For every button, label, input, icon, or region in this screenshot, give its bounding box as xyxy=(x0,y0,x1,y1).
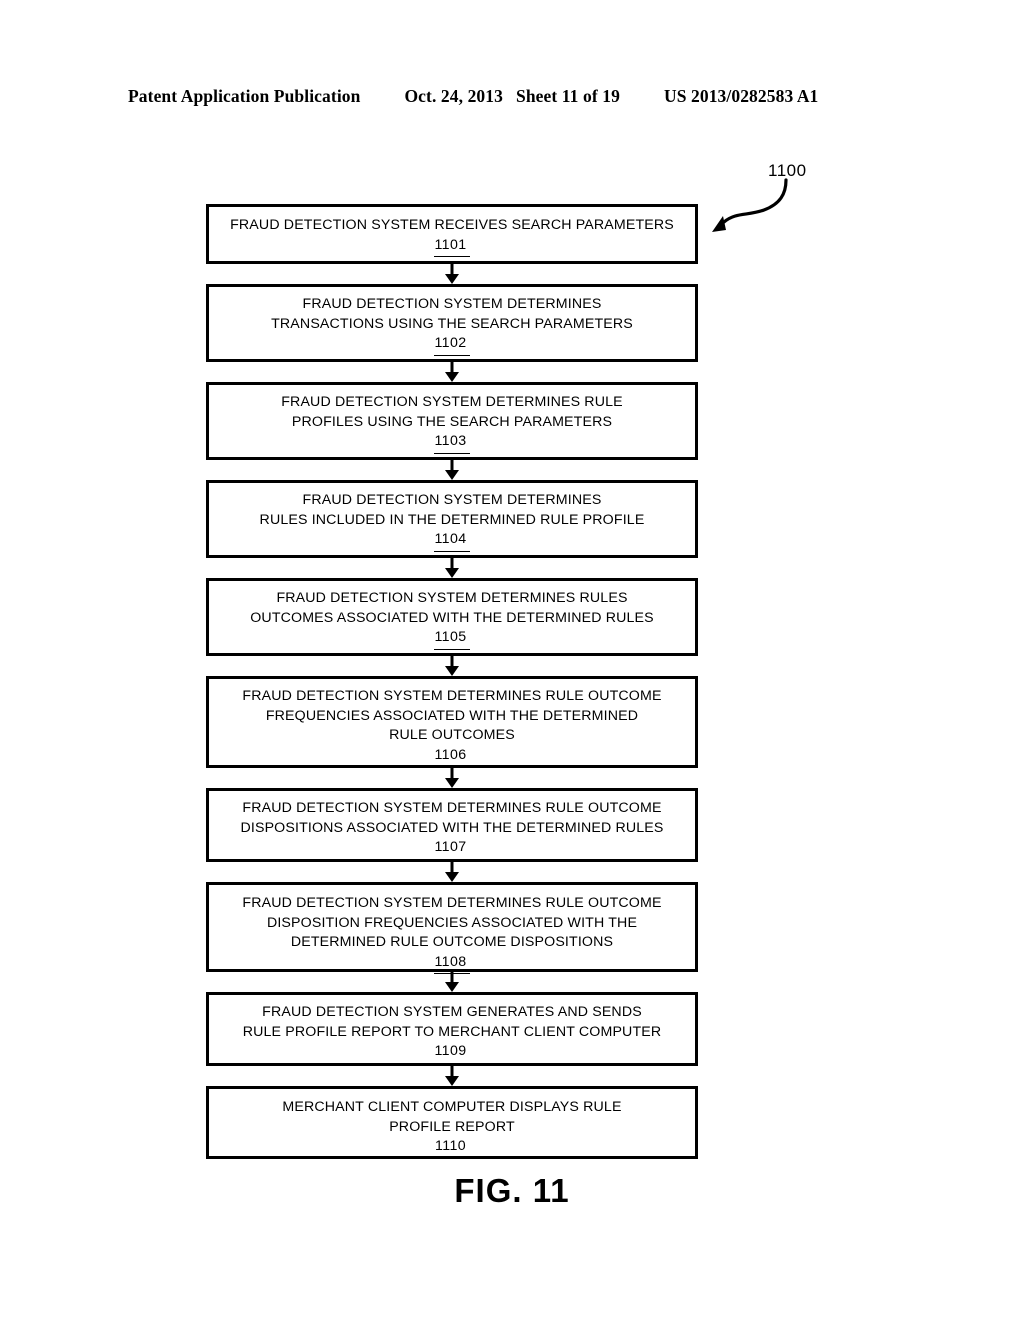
step-reference-number: 1106 xyxy=(434,746,470,768)
flow-connector-arrow-icon xyxy=(445,460,459,480)
step-text-line: DISPOSITION FREQUENCIES ASSOCIATED WITH … xyxy=(266,914,638,931)
flowchart-step-1101: FRAUD DETECTION SYSTEM RECEIVES SEARCH P… xyxy=(206,204,698,264)
flowchart-step-1104: FRAUD DETECTION SYSTEM DETERMINES RULES … xyxy=(206,480,698,558)
flow-connector-arrow-icon xyxy=(445,1066,459,1086)
header-publication-label: Patent Application Publication xyxy=(128,86,361,106)
flowchart-step-1108: FRAUD DETECTION SYSTEM DETERMINES RULE O… xyxy=(206,882,698,975)
patent-figure-page: Patent Application Publication Oct. 24, … xyxy=(0,0,1024,1320)
flowchart-step-1105: FRAUD DETECTION SYSTEM DETERMINES RULES … xyxy=(206,578,698,656)
flow-connector-arrow-icon xyxy=(445,264,459,284)
step-ref-wrap: 1103 xyxy=(219,432,685,454)
step-text-line: FRAUD DETECTION SYSTEM DETERMINES RULE O… xyxy=(242,688,662,704)
step-text-line: FRAUD DETECTION SYSTEM DETERMINES xyxy=(302,492,602,508)
flow-connector-arrow-icon xyxy=(445,862,459,882)
step-ref-wrap: 1109 xyxy=(219,1042,685,1064)
flowchart-step-1110: MERCHANT CLIENT COMPUTER DISPLAYS RULE P… xyxy=(206,1086,698,1159)
page-header: Patent Application Publication Oct. 24, … xyxy=(128,86,896,110)
step-ref-wrap: 1101 xyxy=(219,236,685,258)
step-ref-wrap: 1105 xyxy=(219,628,685,650)
step-text-line: FRAUD DETECTION SYSTEM GENERATES AND SEN… xyxy=(262,1004,642,1020)
step-text-line: RULE PROFILE REPORT TO MERCHANT CLIENT C… xyxy=(242,1023,662,1040)
step-ref-wrap: 1110 xyxy=(219,1137,685,1159)
step-text-line: FRAUD DETECTION SYSTEM DETERMINES RULE O… xyxy=(242,895,662,911)
figure-caption: FIG. 11 xyxy=(454,1172,570,1209)
step-reference-number: 1105 xyxy=(434,628,470,650)
step-text-line: RULE OUTCOMES xyxy=(389,727,515,744)
step-text-line: FRAUD DETECTION SYSTEM RECEIVES SEARCH P… xyxy=(230,217,674,233)
flow-connector-arrow-icon xyxy=(445,558,459,578)
step-reference-number: 1110 xyxy=(434,1137,470,1159)
flow-connector-arrow-icon xyxy=(445,656,459,676)
step-text-line: FRAUD DETECTION SYSTEM DETERMINES RULE O… xyxy=(242,800,662,816)
diagram-reference-arrow-icon xyxy=(712,178,788,232)
flowchart-step-1107: FRAUD DETECTION SYSTEM DETERMINES RULE O… xyxy=(206,788,698,862)
flowchart-step-1102: FRAUD DETECTION SYSTEM DETERMINES TRANSA… xyxy=(206,284,698,362)
flowchart-step-1106: FRAUD DETECTION SYSTEM DETERMINES RULE O… xyxy=(206,676,698,768)
step-text-line: FRAUD DETECTION SYSTEM DETERMINES xyxy=(302,296,602,312)
step-reference-number: 1104 xyxy=(434,530,470,552)
step-ref-wrap: 1102 xyxy=(219,334,685,356)
flowchart-step-1109: FRAUD DETECTION SYSTEM GENERATES AND SEN… xyxy=(206,992,698,1066)
step-text-line: PROFILES USING THE SEARCH PARAMETERS xyxy=(291,413,613,430)
step-text-line: FRAUD DETECTION SYSTEM DETERMINES RULE xyxy=(281,394,623,410)
step-text-line: MERCHANT CLIENT COMPUTER DISPLAYS RULE xyxy=(282,1099,622,1115)
header-date-label: Oct. 24, 2013 xyxy=(404,86,503,106)
header-patent-number: US 2013/0282583 A1 xyxy=(663,86,819,106)
step-text-line: FRAUD DETECTION SYSTEM DETERMINES RULES xyxy=(276,590,628,606)
step-reference-number: 1102 xyxy=(434,334,470,356)
flowchart: FRAUD DETECTION SYSTEM RECEIVES SEARCH P… xyxy=(206,204,698,1159)
step-text-line: DISPOSITIONS ASSOCIATED WITH THE DETERMI… xyxy=(240,819,664,836)
step-reference-number: 1107 xyxy=(434,838,470,860)
header-sheet-label: Sheet 11 of 19 xyxy=(515,86,620,106)
step-text-line: DETERMINED RULE OUTCOME DISPOSITIONS xyxy=(290,934,614,951)
step-text-line: OUTCOMES ASSOCIATED WITH THE DETERMINED … xyxy=(250,609,654,626)
step-reference-number: 1108 xyxy=(434,953,470,975)
flow-connector-arrow-icon xyxy=(445,768,459,788)
step-ref-wrap: 1107 xyxy=(219,838,685,860)
step-reference-number: 1109 xyxy=(434,1042,470,1064)
step-ref-wrap: 1106 xyxy=(219,746,685,768)
step-text-line: PROFILE REPORT xyxy=(389,1118,515,1135)
step-ref-wrap: 1104 xyxy=(219,530,685,552)
flow-connector-arrow-icon xyxy=(445,972,459,992)
flowchart-step-1103: FRAUD DETECTION SYSTEM DETERMINES RULE P… xyxy=(206,382,698,460)
step-reference-number: 1101 xyxy=(434,236,470,258)
step-reference-number: 1103 xyxy=(434,432,470,454)
step-text-line: TRANSACTIONS USING THE SEARCH PARAMETERS xyxy=(271,315,633,332)
flow-connector-arrow-icon xyxy=(445,362,459,382)
step-text-line: RULES INCLUDED IN THE DETERMINED RULE PR… xyxy=(259,511,645,528)
step-text-line: FREQUENCIES ASSOCIATED WITH THE DETERMIN… xyxy=(265,707,639,724)
